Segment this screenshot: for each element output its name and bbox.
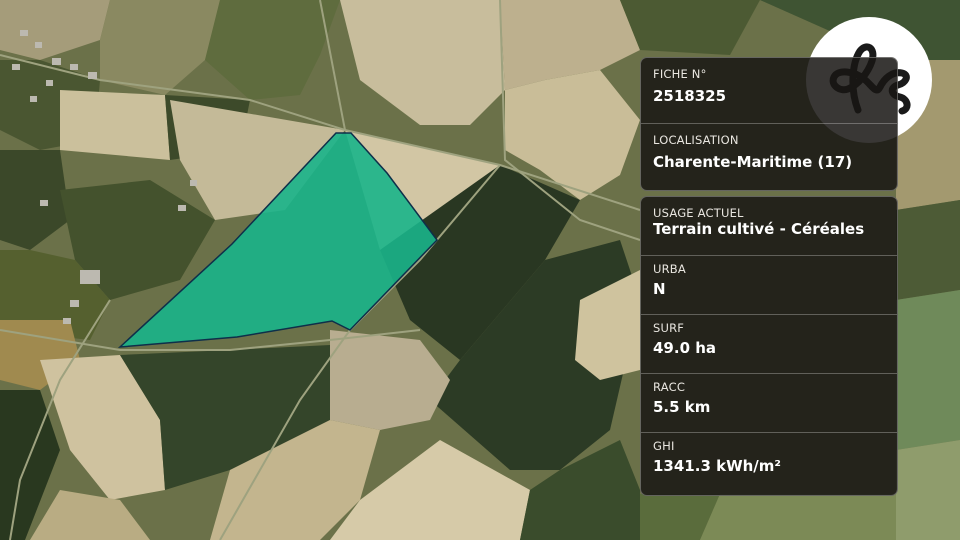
ghi-value: 1341.3 kWh/m²: [653, 457, 781, 475]
racc-label: RACC: [653, 380, 686, 394]
fiche-row: FICHE N° 2518325: [641, 58, 897, 124]
info-panel-details: USAGE ACTUEL Terrain cultivé - Céréales …: [640, 196, 898, 496]
surf-label: SURF: [653, 321, 685, 335]
info-panel-primary: FICHE N° 2518325 LOCALISATION Charente-M…: [640, 57, 898, 191]
fiche-label: FICHE N°: [653, 67, 707, 81]
localisation-label: LOCALISATION: [653, 133, 739, 147]
urba-value: N: [653, 280, 666, 298]
surf-row: SURF 49.0 ha: [641, 315, 897, 374]
ghi-row: GHI 1341.3 kWh/m²: [641, 433, 897, 492]
usage-row: USAGE ACTUEL Terrain cultivé - Céréales: [641, 197, 897, 256]
localisation-value: Charente-Maritime (17): [653, 153, 853, 171]
urba-label: URBA: [653, 262, 686, 276]
ghi-label: GHI: [653, 439, 675, 453]
localisation-row: LOCALISATION Charente-Maritime (17): [641, 124, 897, 190]
racc-row: RACC 5.5 km: [641, 374, 897, 433]
usage-value: Terrain cultivé - Céréales: [653, 220, 865, 238]
surf-value: 49.0 ha: [653, 339, 717, 357]
fiche-value: 2518325: [653, 87, 727, 105]
usage-label: USAGE ACTUEL: [653, 206, 744, 220]
urba-row: URBA N: [641, 256, 897, 315]
racc-value: 5.5 km: [653, 398, 711, 416]
